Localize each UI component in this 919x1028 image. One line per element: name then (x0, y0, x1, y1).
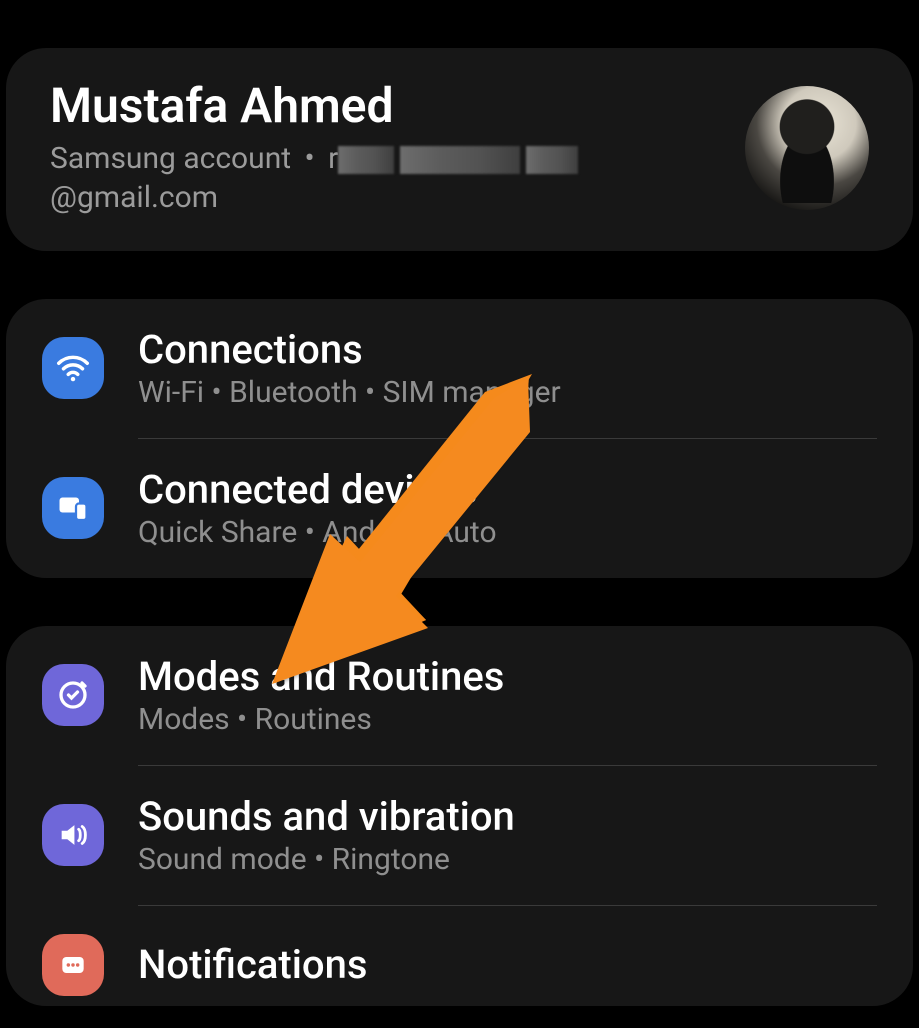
account-card[interactable]: Mustafa Ahmed Samsung account • r @gmail.… (6, 48, 913, 251)
row-title: Connections (138, 327, 877, 373)
row-subtitle: Modes • Routines (138, 702, 877, 737)
row-text: Notifications (138, 942, 877, 988)
sound-icon (42, 804, 104, 866)
devices-icon (42, 477, 104, 539)
row-subtitle: Sound mode • Ringtone (138, 842, 877, 877)
settings-group-connectivity: Connections Wi-Fi • Bluetooth • SIM mana… (6, 299, 913, 578)
row-subtitle: Wi-Fi • Bluetooth • SIM manager (138, 375, 877, 410)
row-text: Connections Wi-Fi • Bluetooth • SIM mana… (138, 327, 877, 410)
redaction-block (526, 146, 578, 174)
avatar[interactable] (745, 86, 869, 210)
notifications-icon (42, 934, 104, 996)
account-email-suffix: @gmail.com (50, 180, 218, 215)
row-connections[interactable]: Connections Wi-Fi • Bluetooth • SIM mana… (6, 299, 913, 438)
row-sounds-vibration[interactable]: Sounds and vibration Sound mode • Ringto… (6, 766, 913, 905)
routines-icon (42, 664, 104, 726)
redaction-block (338, 146, 394, 174)
row-title: Sounds and vibration (138, 794, 877, 840)
row-text: Connected devices Quick Share • Android … (138, 467, 877, 550)
wifi-icon (42, 337, 104, 399)
account-name: Mustafa Ahmed (50, 80, 725, 133)
row-subtitle: Quick Share • Android Auto (138, 515, 877, 550)
redaction-block (400, 146, 520, 174)
account-email-redacted-prefix: r (328, 141, 338, 176)
account-subtitle: Samsung account • r @gmail.com (50, 139, 725, 217)
row-title: Modes and Routines (138, 654, 877, 700)
row-connected-devices[interactable]: Connected devices Quick Share • Android … (6, 439, 913, 578)
row-modes-routines[interactable]: Modes and Routines Modes • Routines (6, 626, 913, 765)
row-notifications[interactable]: Notifications (6, 906, 913, 1006)
row-text: Sounds and vibration Sound mode • Ringto… (138, 794, 877, 877)
row-text: Modes and Routines Modes • Routines (138, 654, 877, 737)
account-sub-prefix: Samsung account (50, 141, 291, 176)
row-title: Connected devices (138, 467, 877, 513)
row-title: Notifications (138, 942, 877, 988)
separator-dot: • (299, 141, 321, 176)
settings-group-personalization: Modes and Routines Modes • Routines Soun… (6, 626, 913, 1006)
account-text-block: Mustafa Ahmed Samsung account • r @gmail.… (50, 80, 725, 217)
